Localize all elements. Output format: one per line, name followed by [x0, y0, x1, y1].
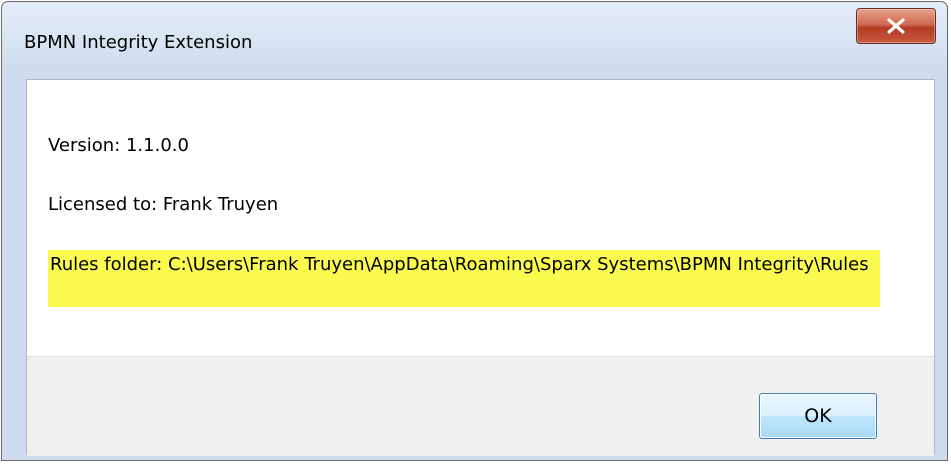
- ok-button[interactable]: OK: [759, 393, 877, 439]
- dialog-window: BPMN Integrity Extension Version: 1.1.0.…: [1, 1, 948, 461]
- content-area: Version: 1.1.0.0 Licensed to: Frank Truy…: [27, 80, 934, 356]
- license-text: Licensed to: Frank Truyen: [48, 194, 279, 215]
- dialog-client-area: Version: 1.1.0.0 Licensed to: Frank Truy…: [26, 79, 935, 456]
- close-button[interactable]: [856, 8, 936, 44]
- close-icon: [887, 18, 905, 34]
- window-title: BPMN Integrity Extension: [24, 32, 253, 53]
- button-bar: OK: [27, 356, 934, 456]
- rules-folder-text: Rules folder: C:\Users\Frank Truyen\AppD…: [48, 250, 880, 307]
- version-text: Version: 1.1.0.0: [48, 135, 189, 156]
